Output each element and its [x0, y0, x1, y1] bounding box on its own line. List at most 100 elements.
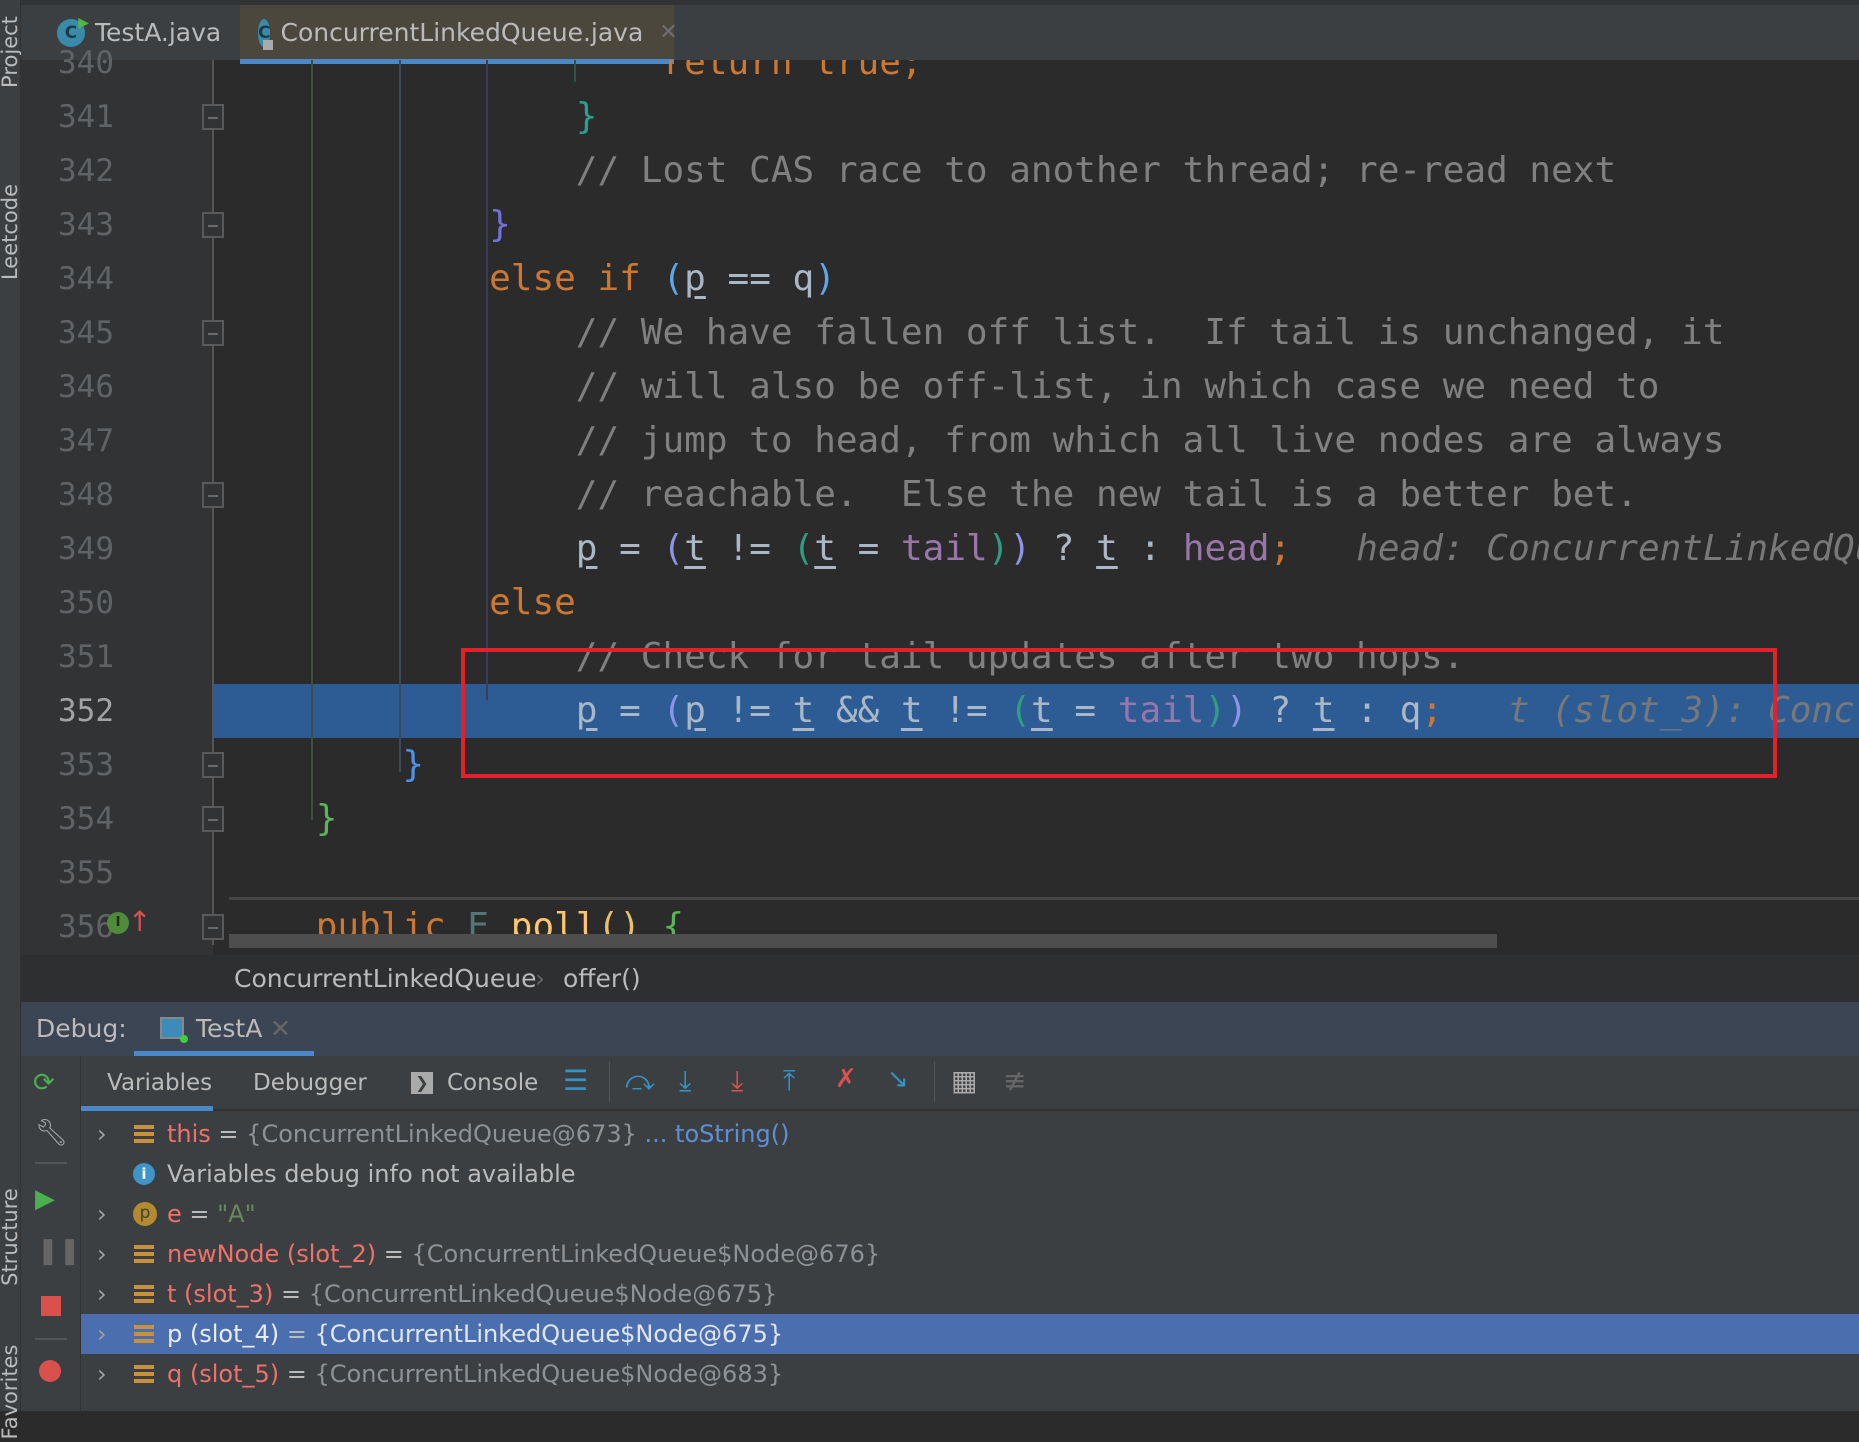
favorites-tool-tab[interactable]: Favorites — [0, 1342, 22, 1442]
variable-row[interactable]: › t (slot_3) = {ConcurrentLinkedQueue$Nod… — [81, 1274, 1859, 1314]
drop-frame-icon[interactable]: ✗ — [835, 1064, 857, 1094]
step-into-icon[interactable]: ⤓ — [679, 1064, 691, 1098]
variable-row[interactable]: › newNode (slot_2) = {ConcurrentLinkedQue… — [81, 1234, 1859, 1274]
trace-stream-icon[interactable]: ≢ — [1003, 1064, 1026, 1097]
line-number[interactable]: 354 — [21, 792, 114, 846]
evaluate-expression-icon[interactable]: ▦ — [951, 1064, 977, 1097]
expand-chevron-icon[interactable]: › — [97, 1274, 107, 1314]
code-line[interactable]: // will also be off-list, in which case … — [229, 360, 1660, 414]
line-number[interactable]: 347 — [21, 414, 114, 468]
fold-marker-icon[interactable] — [202, 212, 224, 238]
line-number[interactable]: 356 — [21, 900, 114, 954]
project-tool-tab[interactable]: Project — [0, 2, 22, 102]
resume-icon[interactable]: ▶ — [35, 1184, 55, 1214]
code-line[interactable]: else if (p == q) — [229, 252, 836, 306]
expand-chevron-icon[interactable]: › — [97, 1194, 107, 1234]
code-token: p — [575, 528, 598, 569]
fold-marker-icon[interactable] — [202, 752, 224, 778]
expand-chevron-icon[interactable]: › — [97, 1354, 107, 1394]
code-line[interactable]: } — [229, 792, 338, 846]
variable-name: newNode (slot_2) — [167, 1240, 377, 1268]
stop-icon[interactable] — [41, 1296, 61, 1316]
step-out-icon[interactable]: ⤒ — [783, 1064, 795, 1098]
structure-tool-tab[interactable]: Structure — [0, 1187, 22, 1287]
pause-icon[interactable]: ❚❚ — [37, 1236, 81, 1266]
tab-console[interactable]: Console — [447, 1070, 538, 1096]
code-line[interactable]: else — [229, 576, 576, 630]
line-number[interactable]: 349 — [21, 522, 114, 576]
breadcrumb-class[interactable]: ConcurrentLinkedQueue — [234, 964, 536, 993]
breadcrumb-separator: › — [535, 964, 545, 993]
line-number[interactable]: 343 — [21, 198, 114, 252]
tab-concurrentlinkedqueue-java[interactable]: C ConcurrentLinkedQueue.java ✕ — [240, 5, 678, 64]
wrench-settings-icon[interactable]: 🔧︎ — [35, 1118, 68, 1148]
line-number[interactable]: 351 — [21, 630, 114, 684]
variable-row[interactable]: › q (slot_5) = {ConcurrentLinkedQueue$Nod… — [81, 1354, 1859, 1394]
editor-tab-bar: C▶ TestA.java ✕ C ConcurrentLinkedQueue.… — [21, 0, 1859, 64]
editor-gutter: 340 341 342 343 344 345 346 347 348 349 350 351 352 3… — [21, 45, 213, 955]
horizontal-scrollbar[interactable] — [229, 934, 1497, 948]
code-token: ( — [662, 258, 685, 299]
tostring-link[interactable]: ... toString() — [637, 1120, 790, 1148]
tab-variables[interactable]: Variables — [107, 1070, 212, 1096]
code-line[interactable]: // jump to head, from which all live nod… — [229, 414, 1725, 468]
line-number[interactable]: 348 — [21, 468, 114, 522]
code-editor[interactable]: return true; } // Lost CAS race to anoth… — [213, 60, 1859, 955]
line-number[interactable]: 346 — [21, 360, 114, 414]
code-token: t — [1096, 528, 1118, 569]
variable-row[interactable]: i Variables debug info not available — [81, 1154, 1859, 1194]
fold-marker-icon[interactable] — [202, 104, 224, 130]
line-number[interactable]: 342 — [21, 144, 114, 198]
overrides-arrow-icon[interactable]: ↑ — [128, 905, 151, 939]
variable-value: {ConcurrentLinkedQueue$Node@683} — [314, 1360, 784, 1388]
line-number[interactable]: 341 — [21, 90, 114, 144]
code-line[interactable]: } — [229, 198, 511, 252]
expand-chevron-icon[interactable]: › — [97, 1314, 107, 1354]
close-icon[interactable]: ✕ — [659, 20, 677, 45]
line-number[interactable]: 353 — [21, 738, 114, 792]
line-number[interactable]: 350 — [21, 576, 114, 630]
fold-marker-icon[interactable] — [202, 914, 224, 940]
line-number[interactable]: 352 — [21, 684, 114, 738]
rerun-icon[interactable]: ⟳ — [33, 1068, 55, 1098]
variable-value: {ConcurrentLinkedQueue$Node@675} — [314, 1320, 784, 1348]
force-step-into-icon[interactable]: ⤓ — [731, 1064, 743, 1098]
code-line[interactable]: // Lost CAS race to another thread; re-r… — [229, 144, 1616, 198]
code-token: else — [489, 582, 576, 623]
line-number[interactable]: 345 — [21, 306, 114, 360]
line-number[interactable]: 344 — [21, 252, 114, 306]
fold-marker-icon[interactable] — [202, 482, 224, 508]
code-line[interactable]: p = (t != (t = tail)) ? t : head; head: … — [229, 522, 1859, 576]
show-execution-point-icon[interactable]: ☰ — [563, 1064, 588, 1097]
code-token: ; — [1269, 528, 1292, 569]
code-line[interactable]: } — [229, 738, 424, 792]
debug-session-tab-testa[interactable]: TestA ✕ — [134, 1002, 314, 1056]
implements-icon[interactable]: I — [107, 912, 129, 934]
close-icon[interactable]: ✕ — [270, 1014, 291, 1043]
variable-row[interactable]: › p (slot_4) = {ConcurrentLinkedQueue$Nod… — [81, 1314, 1859, 1354]
code-token: = — [597, 528, 663, 569]
step-over-icon[interactable]: ⤼ — [625, 1064, 655, 1098]
code-line[interactable]: return true; — [229, 60, 922, 90]
field-icon — [134, 1285, 154, 1303]
run-to-cursor-icon[interactable]: ↘ — [887, 1064, 909, 1094]
fold-marker-icon[interactable] — [202, 320, 224, 346]
variable-row[interactable]: › this = {ConcurrentLinkedQueue@673} ... … — [81, 1114, 1859, 1154]
code-line[interactable]: // We have fallen off list. If tail is u… — [229, 306, 1725, 360]
expand-chevron-icon[interactable]: › — [97, 1114, 107, 1154]
breadcrumb-method[interactable]: offer() — [563, 964, 641, 993]
line-number[interactable]: 340 — [21, 36, 114, 90]
fold-marker-icon[interactable] — [202, 806, 224, 832]
line-number[interactable]: 355 — [21, 846, 114, 900]
code-line[interactable]: } — [229, 90, 598, 144]
expand-chevron-icon[interactable]: › — [97, 1234, 107, 1274]
tab-debugger[interactable]: Debugger — [253, 1070, 367, 1096]
code-line[interactable]: // reachable. Else the new tail is a bet… — [229, 468, 1638, 522]
view-breakpoints-icon[interactable] — [39, 1360, 61, 1382]
variable-row[interactable]: › p e = "A" — [81, 1194, 1859, 1234]
leetcode-tool-tab[interactable]: Leetcode — [0, 182, 22, 282]
